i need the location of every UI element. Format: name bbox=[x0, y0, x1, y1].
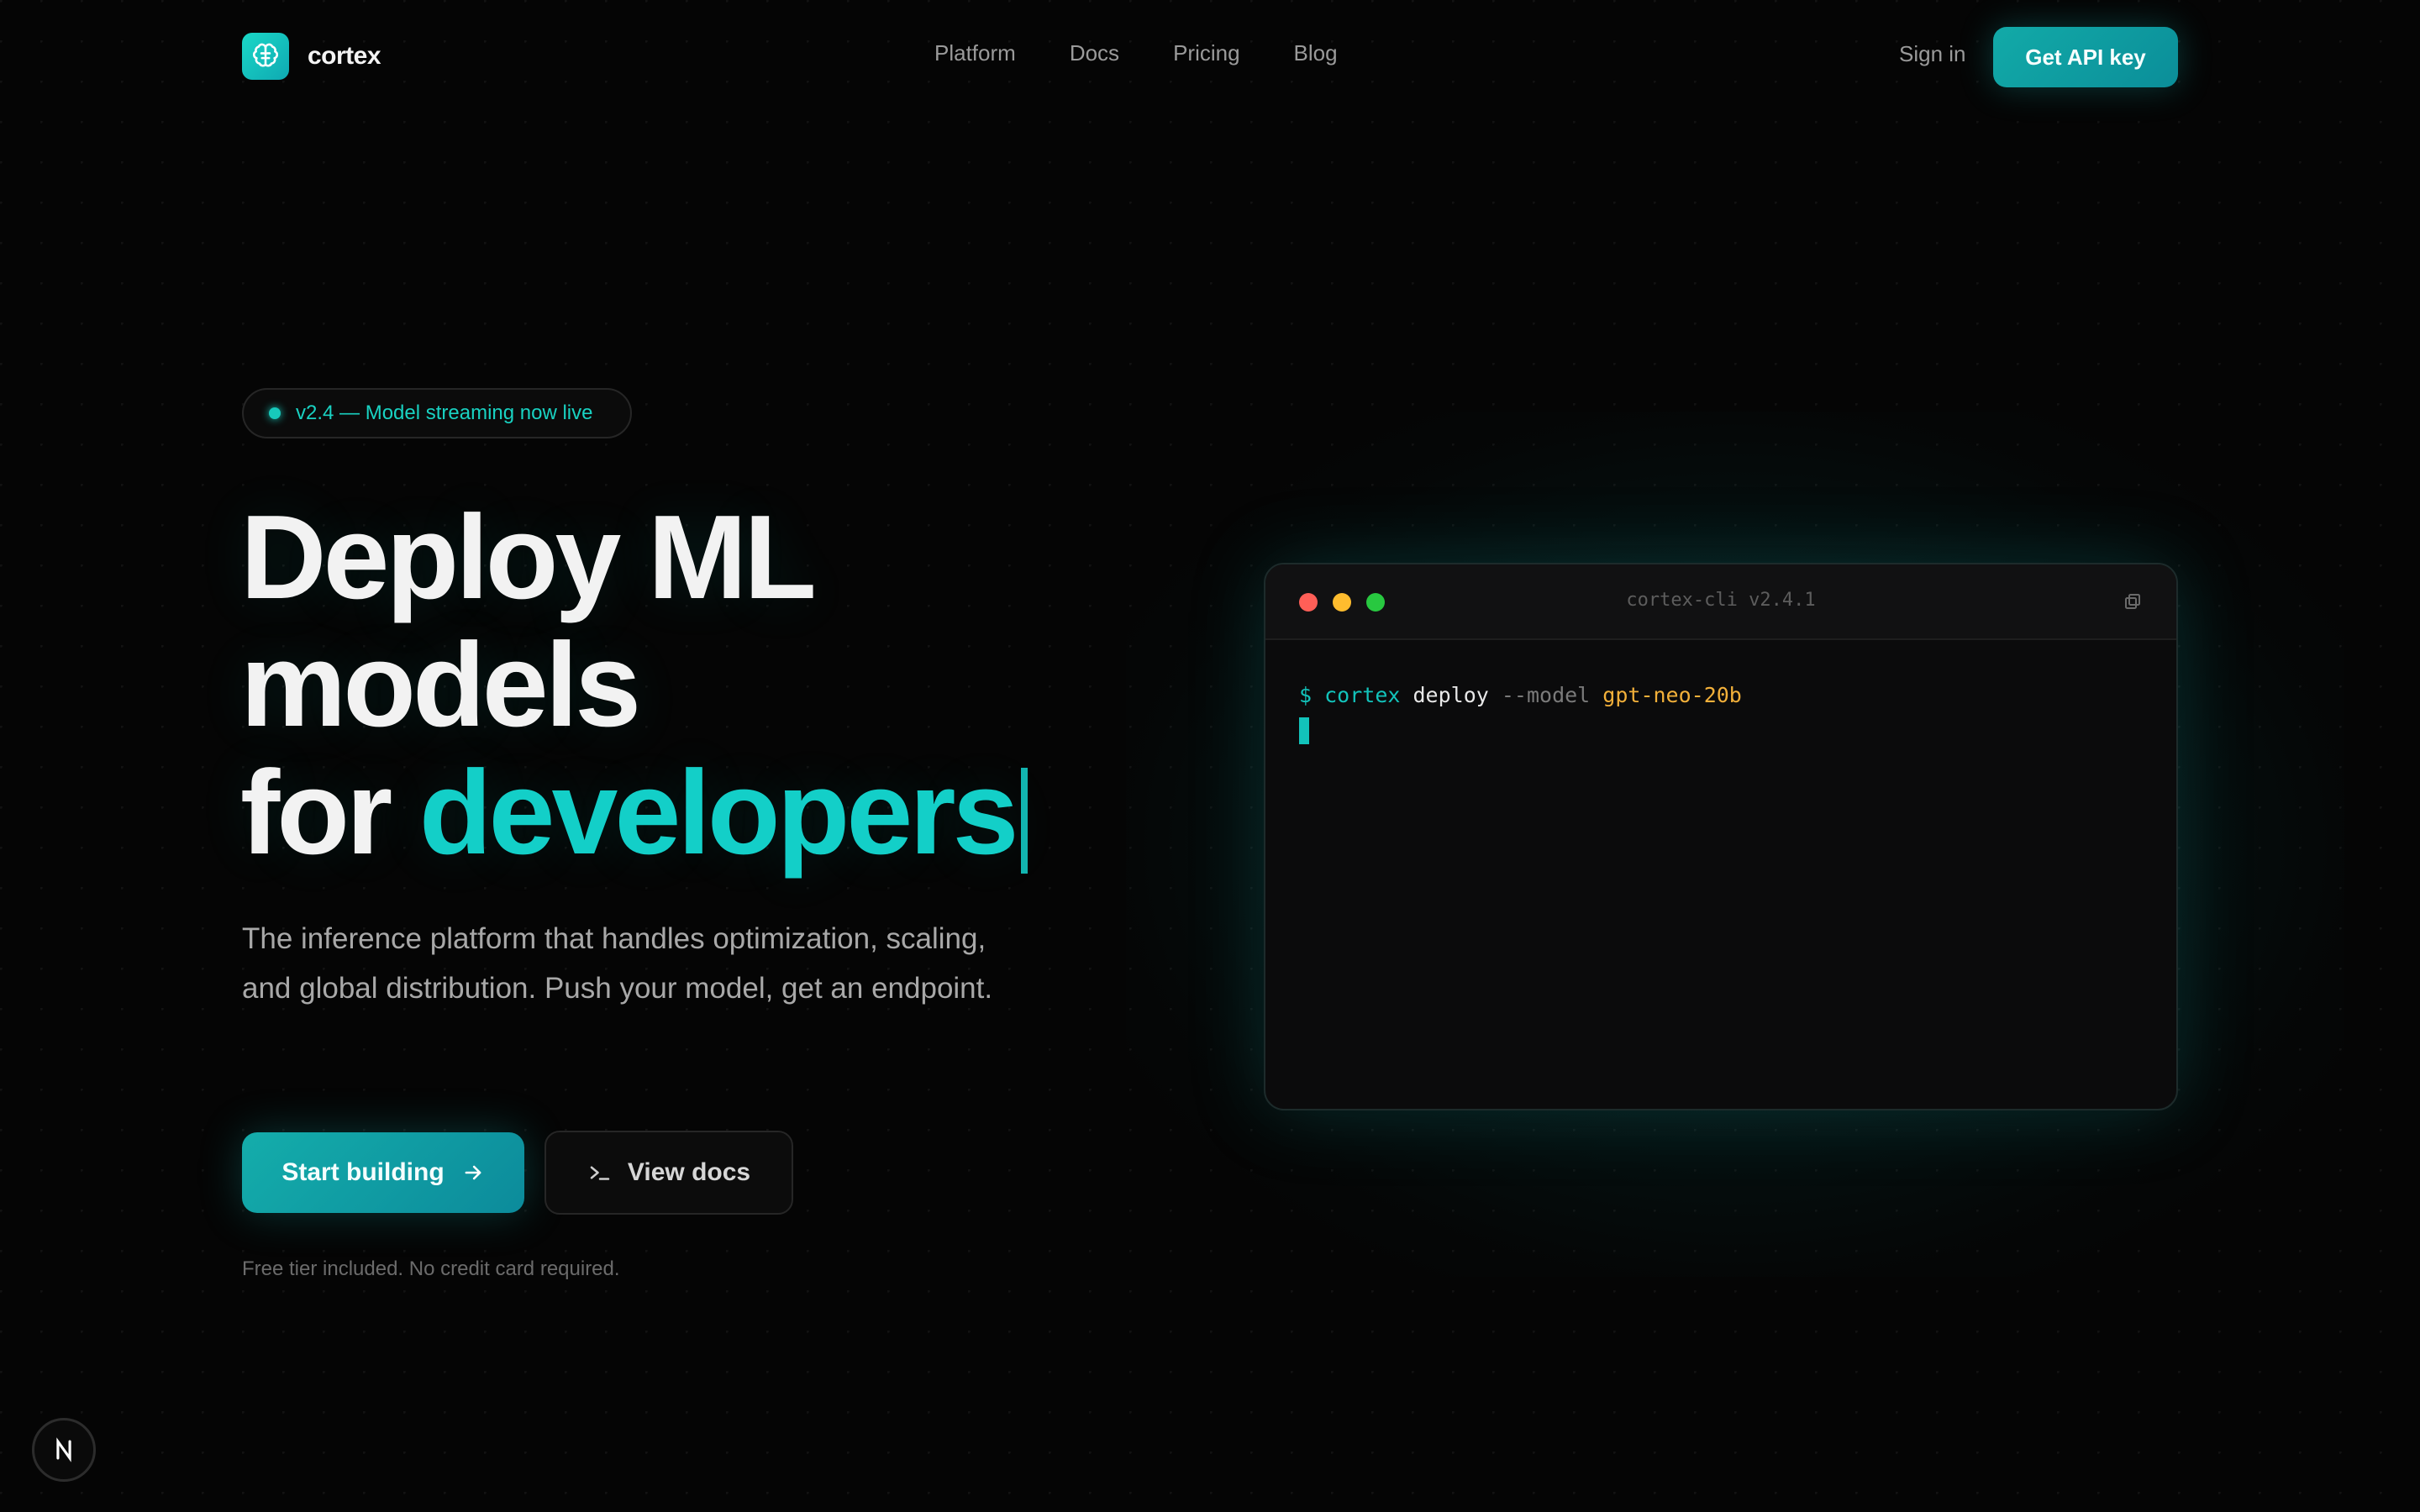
top-nav: cortex Platform Docs Pricing Blog Sign i… bbox=[0, 0, 2420, 113]
terminal-title: cortex-cli v2.4.1 bbox=[1626, 590, 1816, 611]
terminal-body[interactable]: $ cortex deploy --model gpt-neo-20b bbox=[1265, 640, 2176, 793]
view-docs-button[interactable]: View docs bbox=[544, 1131, 793, 1215]
view-docs-label: View docs bbox=[627, 1158, 751, 1186]
status-dot-icon bbox=[269, 407, 281, 419]
fine-print: Free tier included. No credit card requi… bbox=[242, 1257, 620, 1280]
terminal-window: cortex-cli v2.4.1 $ cortex deploy --mode… bbox=[1264, 563, 2178, 1110]
terminal-line: $ cortex deploy --model gpt-neo-20b bbox=[1299, 679, 2143, 712]
terminal-subcommand: deploy bbox=[1413, 683, 1489, 707]
terminal-prompt: $ bbox=[1299, 683, 1313, 707]
nav-links: Platform Docs Pricing Blog bbox=[934, 40, 1338, 66]
headline-line-1: Deploy ML bbox=[240, 491, 817, 624]
n-logo-icon bbox=[56, 1437, 71, 1462]
terminal-flag-value: gpt-neo-20b bbox=[1602, 683, 1742, 707]
terminal-flag: --model bbox=[1501, 683, 1591, 707]
terminal-prompt-icon bbox=[590, 1166, 610, 1180]
typing-caret bbox=[1020, 768, 1028, 874]
start-building-label: Start building bbox=[281, 1158, 445, 1186]
copy-icon[interactable] bbox=[2123, 591, 2143, 612]
nav-link-platform[interactable]: Platform bbox=[934, 40, 1016, 66]
headline-accent-word: developers bbox=[418, 746, 1019, 879]
release-badge-text: v2.4 — Model streaming now live bbox=[296, 402, 593, 424]
brand-name: cortex bbox=[308, 42, 381, 70]
terminal-titlebar: cortex-cli v2.4.1 bbox=[1265, 564, 2176, 640]
arrow-right-icon bbox=[465, 1165, 481, 1180]
hero-headline: Deploy ML models for developers bbox=[240, 494, 1028, 877]
hero-subtitle: The inference platform that handles opti… bbox=[242, 922, 993, 1005]
sign-in-link[interactable]: Sign in bbox=[1899, 41, 1966, 67]
terminal-command: cortex bbox=[1324, 683, 1401, 707]
nav-link-blog[interactable]: Blog bbox=[1294, 40, 1338, 66]
headline-line-3-prefix: for bbox=[240, 746, 419, 879]
nav-link-pricing[interactable]: Pricing bbox=[1173, 40, 1239, 66]
dev-tools-badge[interactable] bbox=[32, 1418, 96, 1482]
brand-logo[interactable]: cortex bbox=[242, 33, 381, 80]
brain-icon bbox=[242, 33, 289, 80]
headline-line-2: models bbox=[240, 618, 641, 752]
start-building-button[interactable]: Start building bbox=[242, 1132, 524, 1213]
page: cortex Platform Docs Pricing Blog Sign i… bbox=[0, 0, 2420, 1512]
terminal-cursor bbox=[1299, 717, 1309, 744]
release-badge[interactable]: v2.4 — Model streaming now live bbox=[242, 388, 632, 438]
get-api-key-button[interactable]: Get API key bbox=[1993, 27, 2178, 87]
nav-link-docs[interactable]: Docs bbox=[1070, 40, 1119, 66]
